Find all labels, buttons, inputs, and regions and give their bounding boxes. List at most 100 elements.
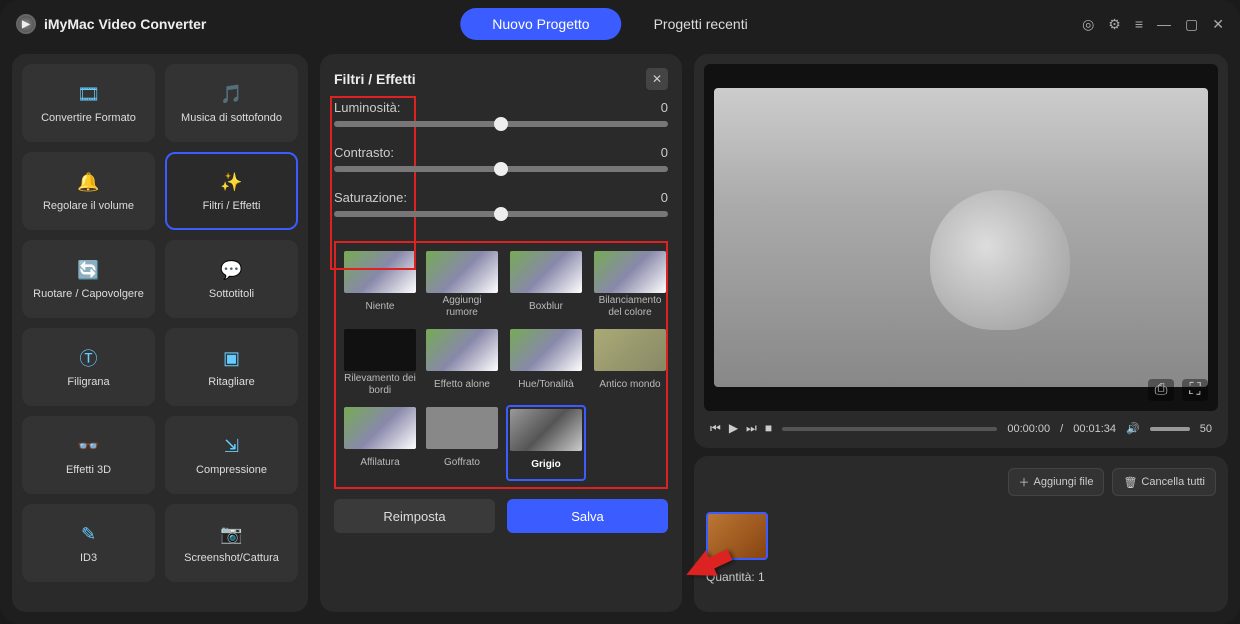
queue-count: Quantità: 1 <box>706 570 1216 584</box>
right-column: ⎙ ⛶ ⏮ ▶ ⏭ ■ 00:00:00 / 00:01:34 🔊 <box>694 54 1228 612</box>
sidebar-item-8[interactable]: 👓 Effetti 3D <box>22 416 155 494</box>
slider-track-2[interactable] <box>334 211 668 217</box>
filter-item-niente[interactable]: Niente <box>342 249 418 321</box>
sidebar-item-0[interactable]: 🎞 Convertire Formato <box>22 64 155 142</box>
sidebar-item-label: Convertire Formato <box>41 112 136 124</box>
filter-label: Niente <box>366 295 395 319</box>
slider-track-1[interactable] <box>334 166 668 172</box>
sidebar-item-label: Filigrana <box>67 376 109 388</box>
menu-icon[interactable]: ≡ <box>1135 16 1143 32</box>
filter-label: Rilevamento dei bordi <box>344 373 416 397</box>
queue-panel: ＋ Aggiungi file 🗑 Cancella tutti Quantit… <box>694 456 1228 612</box>
filters-grid: Niente Aggiungi rumore Boxblur Bilanciament… <box>334 241 668 489</box>
add-file-button[interactable]: ＋ Aggiungi file <box>1008 468 1105 496</box>
filter-label: Boxblur <box>529 295 563 319</box>
filter-thumbnail <box>510 251 582 293</box>
sidebar-item-label: Sottotitoli <box>209 288 254 300</box>
filter-thumbnail <box>426 407 498 449</box>
sidebar-item-4[interactable]: 🔄Ruotare / Capovolgere <box>22 240 155 318</box>
close-icon[interactable]: ✕ <box>1212 16 1224 33</box>
filters-panel: Filtri / Effetti ✕ Luminosità:0Contrasto… <box>320 54 682 612</box>
filter-label: Aggiungi rumore <box>426 295 498 319</box>
sidebar-icon: 📷 <box>218 522 246 546</box>
titlebar: ▶ iMyMac Video Converter Nuovo Progetto … <box>0 0 1240 48</box>
volume-value: 50 <box>1200 423 1212 435</box>
tab-recent-projects[interactable]: Progetti recenti <box>622 8 780 40</box>
playback-controls: ⏮ ▶ ⏭ ■ 00:00:00 / 00:01:34 🔊 50 <box>704 411 1218 438</box>
fullscreen-icon[interactable]: ⛶ <box>1182 379 1208 401</box>
filter-label: Grigio <box>531 453 560 477</box>
window-controls: ◎ ⚙ ≡ — ▢ ✕ <box>1082 16 1224 33</box>
filter-thumbnail <box>594 329 666 371</box>
filter-label: Effetto alone <box>434 373 490 397</box>
sidebar-item-2[interactable]: 🔔Regolare il volume <box>22 152 155 230</box>
filter-label: Bilanciamento del colore <box>594 295 666 319</box>
filter-label: Goffrato <box>444 451 480 475</box>
sidebar-icon: 🎞 <box>75 82 103 106</box>
prev-icon[interactable]: ⏮ <box>710 421 721 436</box>
volume-slider[interactable] <box>1150 427 1190 431</box>
next-icon[interactable]: ⏭ <box>746 421 757 436</box>
filter-item-grigio[interactable]: Grigio <box>506 405 586 481</box>
panel-close-icon[interactable]: ✕ <box>646 68 668 90</box>
sidebar-item-1[interactable]: 🎵Musica di sottofondo <box>165 64 298 142</box>
play-icon[interactable]: ▶ <box>729 421 738 436</box>
volume-icon[interactable]: 🔊 <box>1126 422 1140 435</box>
filter-thumbnail <box>594 251 666 293</box>
screenshot-icon[interactable]: ⎙ <box>1148 379 1174 401</box>
sidebar-icon: ▣ <box>218 346 246 370</box>
sidebar-item-7[interactable]: ▣Ritagliare <box>165 328 298 406</box>
sidebar-item-label: Screenshot/Cattura <box>184 552 279 564</box>
tab-new-project[interactable]: Nuovo Progetto <box>460 8 621 40</box>
slider-thumb[interactable] <box>494 207 508 221</box>
filter-label: Affilatura <box>360 451 399 475</box>
sidebar-item-3[interactable]: ✨ Filtri / Effetti <box>165 152 298 230</box>
filter-thumbnail <box>510 409 582 451</box>
maximize-icon[interactable]: ▢ <box>1185 16 1198 33</box>
filter-item-bilanciamento-del-colore[interactable]: Bilanciamento del colore <box>592 249 668 321</box>
filter-item-aggiungi-rumore[interactable]: Aggiungi rumore <box>424 249 500 321</box>
slider-label: Saturazione: <box>334 190 407 205</box>
sidebar-icon: Ⓣ <box>75 346 103 370</box>
panel-title: Filtri / Effetti <box>334 71 416 87</box>
filter-item-boxblur[interactable]: Boxblur <box>506 249 586 321</box>
sliders-group: Luminosità:0Contrasto:0Saturazione:0 <box>334 100 668 235</box>
sidebar-icon: 💬 <box>218 258 246 282</box>
video-preview[interactable]: ⎙ ⛶ <box>704 64 1218 411</box>
sidebar-item-10[interactable]: ✎ID3 <box>22 504 155 582</box>
slider-track-0[interactable] <box>334 121 668 127</box>
filter-item-rilevamento-dei-bordi[interactable]: Rilevamento dei bordi <box>342 327 418 399</box>
filter-item-affilatura[interactable]: Affilatura <box>342 405 418 481</box>
sidebar-item-9[interactable]: ⇲Compressione <box>165 416 298 494</box>
app-logo-title: ▶ iMyMac Video Converter <box>16 14 206 34</box>
sidebar-icon: 👓 <box>75 434 103 458</box>
gear-icon[interactable]: ⚙ <box>1108 16 1121 33</box>
clear-all-button[interactable]: 🗑 Cancella tutti <box>1112 468 1216 496</box>
filter-item-goffrato[interactable]: Goffrato <box>424 405 500 481</box>
stop-icon[interactable]: ■ <box>765 421 772 436</box>
sidebar-icon: 🔔 <box>75 170 103 194</box>
sidebar-item-label: Effetti 3D <box>66 464 111 476</box>
save-button[interactable]: Salva <box>507 499 668 533</box>
slider-value: 0 <box>661 190 668 205</box>
filter-item-hue-tonalit-[interactable]: Hue/Tonalità <box>506 327 586 399</box>
sidebar: 🎞 Convertire Formato 🎵Musica di sottofondo… <box>12 54 308 612</box>
progress-bar[interactable] <box>782 427 997 431</box>
queue-item[interactable] <box>706 512 768 560</box>
time-current: 00:00:00 <box>1007 423 1050 435</box>
filter-item-effetto-alone[interactable]: Effetto alone <box>424 327 500 399</box>
filter-label: Antico mondo <box>599 373 660 397</box>
account-icon[interactable]: ◎ <box>1082 16 1094 33</box>
minimize-icon[interactable]: — <box>1157 16 1171 32</box>
filter-label: Hue/Tonalità <box>518 373 574 397</box>
filter-item-antico-mondo[interactable]: Antico mondo <box>592 327 668 399</box>
sidebar-icon: ✨ <box>218 170 246 194</box>
sidebar-item-6[interactable]: Ⓣ Filigrana <box>22 328 155 406</box>
sidebar-item-11[interactable]: 📷 Screenshot/Cattura <box>165 504 298 582</box>
slider-thumb[interactable] <box>494 162 508 176</box>
filter-thumbnail <box>426 329 498 371</box>
reset-button[interactable]: Reimposta <box>334 499 495 533</box>
sidebar-item-5[interactable]: 💬 Sottotitoli <box>165 240 298 318</box>
slider-thumb[interactable] <box>494 117 508 131</box>
sidebar-item-label: Filtri / Effetti <box>203 200 261 212</box>
